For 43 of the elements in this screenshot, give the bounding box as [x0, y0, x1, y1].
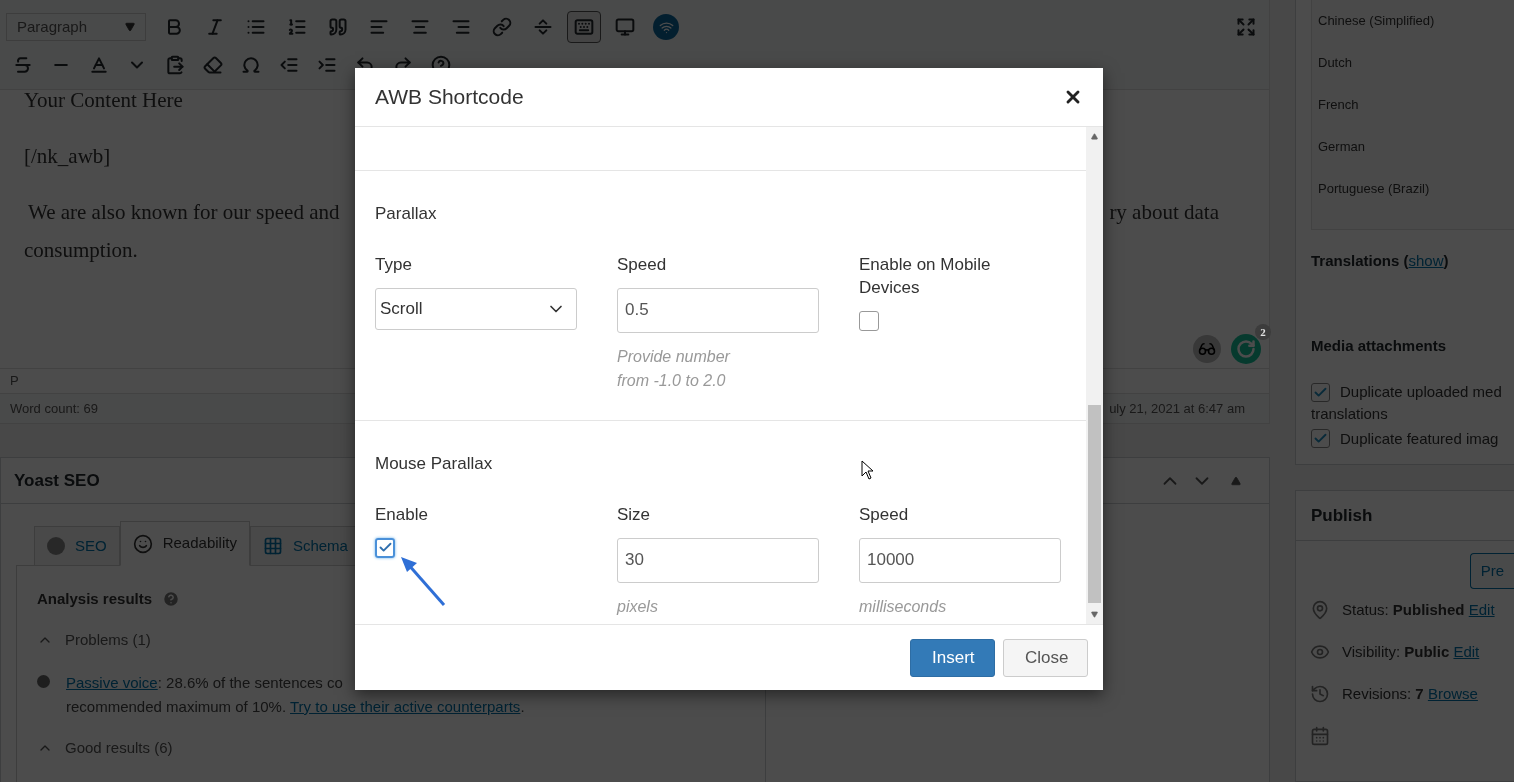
field-label: Enable: [375, 503, 429, 526]
field-label: Size: [617, 503, 652, 526]
section-title: Analysis results: [37, 589, 153, 609]
text-link[interactable]: Try to use their active counterparts: [290, 698, 521, 715]
field-label: Type: [375, 253, 413, 276]
content-text: Your Content Here: [24, 87, 183, 114]
close-button[interactable]: Close: [1003, 638, 1088, 677]
content-text: We are also known for our speed and: [28, 199, 340, 226]
field-label: Speed: [859, 503, 910, 526]
checkbox[interactable]: [859, 310, 879, 331]
text-input[interactable]: 0.5: [617, 287, 819, 333]
scrollbar[interactable]: [1086, 127, 1103, 624]
panel-title: Yoast SEO: [14, 469, 100, 492]
field-label: Enable on Mobile Devices: [859, 253, 992, 299]
section-title: Media attachments: [1311, 335, 1448, 356]
content-text: ry about data: [1109, 199, 1219, 226]
scroll-up-icon[interactable]: [1091, 133, 1098, 140]
text-link[interactable]: Passive voice: [66, 674, 158, 691]
option-label: Duplicate uploaded med: [1340, 382, 1502, 402]
insert-button[interactable]: Insert: [910, 638, 995, 677]
check-icon: [377, 540, 393, 555]
text-link[interactable]: Edit: [1453, 642, 1480, 660]
field-hint: milliseconds: [859, 596, 948, 617]
text-link[interactable]: Edit: [1468, 600, 1495, 618]
option-label: translations: [1311, 403, 1389, 424]
scroll-down-icon[interactable]: [1091, 611, 1098, 618]
content-text: consumption.: [24, 237, 138, 264]
type-select[interactable]: Scroll: [375, 287, 577, 330]
checkbox[interactable]: [375, 537, 395, 558]
show-link[interactable]: show: [1408, 252, 1444, 269]
field-hint: Provide number from -1.0 to 2.0: [617, 346, 732, 391]
content-text: [/nk_awb]: [24, 143, 111, 170]
text-input[interactable]: 30: [617, 537, 819, 583]
section-title: Parallax: [375, 203, 437, 225]
section-title: Mouse Parallax: [375, 453, 493, 475]
text-input[interactable]: 10000: [859, 537, 1061, 583]
field-label: Speed: [617, 253, 668, 276]
dialog-title: AWB Shortcode: [375, 84, 524, 111]
cursor-icon: [861, 460, 875, 480]
annotation-arrow: [399, 555, 447, 607]
field-hint: pixels: [617, 596, 659, 617]
option-label: Duplicate featured imag: [1340, 428, 1499, 449]
panel-title: Publish: [1311, 504, 1373, 527]
